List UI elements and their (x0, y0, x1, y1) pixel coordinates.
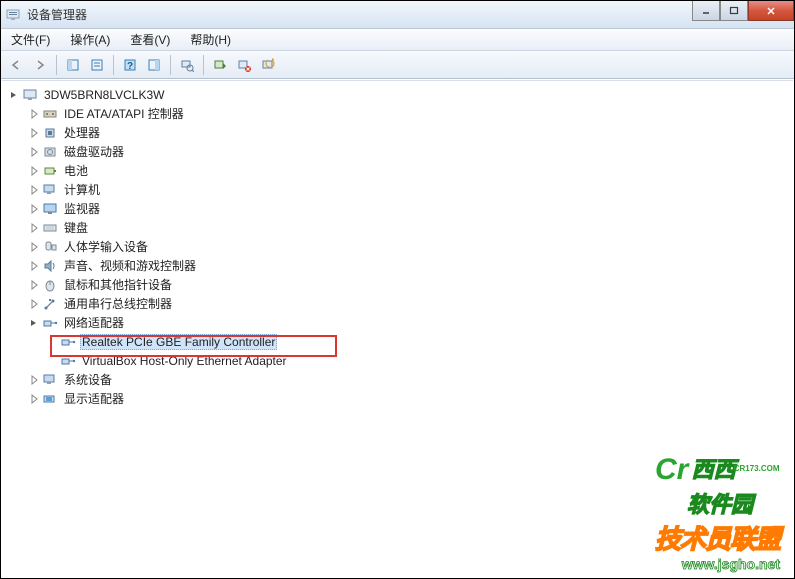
toolbar-separator (203, 55, 204, 75)
window-title: 设备管理器 (27, 6, 87, 23)
sound-icon (42, 258, 58, 274)
menu-view[interactable]: 查看(V) (126, 29, 174, 50)
help-button[interactable]: ? (119, 54, 141, 76)
tree-label: 监视器 (62, 199, 102, 218)
toolbar-separator (113, 55, 114, 75)
svg-text:?: ? (127, 61, 133, 72)
expander-icon[interactable] (28, 393, 40, 405)
tree-node-sound[interactable]: 声音、视频和游戏控制器 (2, 256, 793, 275)
tree-node-computer[interactable]: 计算机 (2, 180, 793, 199)
toolbar: ? (1, 51, 794, 79)
expander-icon[interactable] (28, 374, 40, 386)
properties-console-button[interactable] (86, 54, 108, 76)
tree-root[interactable]: 3DW5BRN8LVCLK3W (2, 85, 793, 104)
tree-node-virtualbox[interactable]: VirtualBox Host-Only Ethernet Adapter (2, 351, 793, 370)
action-pane-button[interactable] (143, 54, 165, 76)
netcard-icon (60, 334, 76, 350)
expander-icon[interactable] (8, 89, 20, 101)
tree-root-label: 3DW5BRN8LVCLK3W (42, 87, 166, 103)
tree-label: 人体学输入设备 (62, 237, 150, 256)
tree-node-usb[interactable]: 通用串行总线控制器 (2, 294, 793, 313)
tree-node-mouse[interactable]: 鼠标和其他指针设备 (2, 275, 793, 294)
scan-hardware-button[interactable] (257, 54, 279, 76)
expander-icon[interactable] (28, 203, 40, 215)
maximize-button[interactable] (720, 1, 748, 21)
tree-node-network[interactable]: 网络适配器 (2, 313, 793, 332)
expander-icon[interactable] (28, 241, 40, 253)
expander-icon[interactable] (28, 260, 40, 272)
system-icon (42, 372, 58, 388)
back-button[interactable] (5, 54, 27, 76)
tree-label: 电池 (62, 161, 90, 180)
app-icon (5, 7, 21, 23)
battery-icon (42, 163, 58, 179)
expander-icon[interactable] (28, 184, 40, 196)
hid-icon (42, 239, 58, 255)
tree-label: 系统设备 (62, 370, 114, 389)
expander-icon[interactable] (28, 146, 40, 158)
window-controls (692, 1, 794, 21)
toolbar-separator (56, 55, 57, 75)
tree-label: 计算机 (62, 180, 102, 199)
tree-node-battery[interactable]: 电池 (2, 161, 793, 180)
tree-node-system[interactable]: 系统设备 (2, 370, 793, 389)
computer-icon (42, 182, 58, 198)
tree-label: 磁盘驱动器 (62, 142, 126, 161)
tree-label: 键盘 (62, 218, 90, 237)
tree-label: IDE ATA/ATAPI 控制器 (62, 104, 186, 123)
expander-icon[interactable] (28, 279, 40, 291)
tree-label: 声音、视频和游戏控制器 (62, 256, 198, 275)
ide-icon (42, 106, 58, 122)
tree-node-hid[interactable]: 人体学输入设备 (2, 237, 793, 256)
display-icon (42, 391, 58, 407)
device-tree[interactable]: 3DW5BRN8LVCLK3W IDE ATA/ATAPI 控制器 处理器 磁盘… (2, 80, 793, 577)
tree-node-ide[interactable]: IDE ATA/ATAPI 控制器 (2, 104, 793, 123)
expander-icon[interactable] (28, 165, 40, 177)
expander-icon[interactable] (28, 127, 40, 139)
tree-label: 鼠标和其他指针设备 (62, 275, 174, 294)
toolbar-separator (170, 55, 171, 75)
cpu-icon (42, 125, 58, 141)
forward-button[interactable] (29, 54, 51, 76)
tree-label: 通用串行总线控制器 (62, 294, 174, 313)
menu-bar: 文件(F) 操作(A) 查看(V) 帮助(H) (1, 29, 794, 51)
close-button[interactable] (748, 1, 794, 21)
expander-icon[interactable] (28, 108, 40, 120)
tree-label: VirtualBox Host-Only Ethernet Adapter (80, 353, 289, 369)
uninstall-button[interactable] (233, 54, 255, 76)
tree-node-realtek[interactable]: Realtek PCIe GBE Family Controller (2, 332, 793, 351)
update-driver-button[interactable] (209, 54, 231, 76)
expander-expanded-icon[interactable] (28, 317, 40, 329)
tree-node-display[interactable]: 显示适配器 (2, 389, 793, 408)
tree-node-cpu[interactable]: 处理器 (2, 123, 793, 142)
computer-icon (22, 87, 38, 103)
tree-node-disk[interactable]: 磁盘驱动器 (2, 142, 793, 161)
keyboard-icon (42, 220, 58, 236)
expander-icon[interactable] (28, 222, 40, 234)
tree-node-monitor[interactable]: 监视器 (2, 199, 793, 218)
mouse-icon (42, 277, 58, 293)
expander-icon[interactable] (28, 298, 40, 310)
disk-icon (42, 144, 58, 160)
tree-label-selected: Realtek PCIe GBE Family Controller (80, 334, 277, 350)
show-hide-console-tree-button[interactable] (62, 54, 84, 76)
tree-label: 网络适配器 (62, 313, 126, 332)
menu-help[interactable]: 帮助(H) (186, 29, 235, 50)
tree-label: 处理器 (62, 123, 102, 142)
minimize-button[interactable] (692, 1, 720, 21)
netcard-icon (60, 353, 76, 369)
network-icon (42, 315, 58, 331)
usb-icon (42, 296, 58, 312)
tree-label: 显示适配器 (62, 389, 126, 408)
monitor-icon (42, 201, 58, 217)
title-bar: 设备管理器 (1, 1, 794, 29)
tree-node-keyboard[interactable]: 键盘 (2, 218, 793, 237)
menu-file[interactable]: 文件(F) (7, 29, 54, 50)
scan-button[interactable] (176, 54, 198, 76)
menu-action[interactable]: 操作(A) (66, 29, 114, 50)
